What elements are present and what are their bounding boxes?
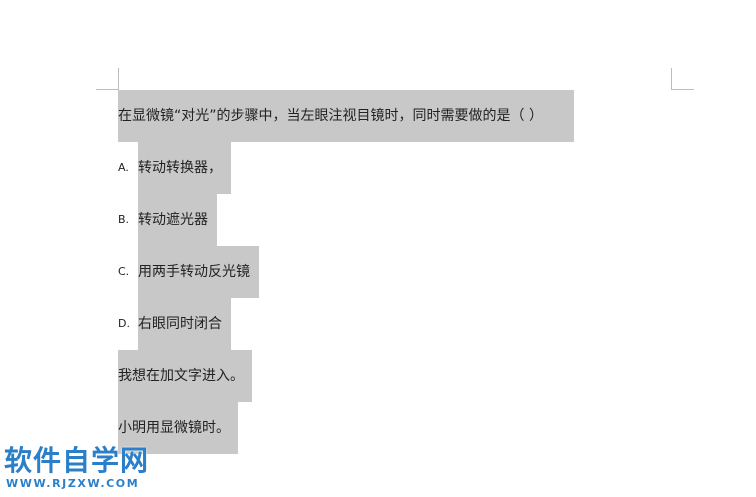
- option-b-text[interactable]: 转动遮光器: [138, 194, 217, 246]
- margin-mark-top-right-horizontal: [671, 89, 694, 90]
- document-page: 在显微镜“对光”的步骤中，当左眼注视目镜时，同时需要做的是（ ） A. 转动转换…: [0, 0, 756, 497]
- watermark-title: 软件自学网: [4, 444, 150, 477]
- margin-mark-top-left-horizontal: [96, 89, 119, 90]
- option-a-letter[interactable]: A.: [118, 142, 138, 194]
- body-text-line-1[interactable]: 我想在加文字进入。: [118, 350, 252, 402]
- option-a-text[interactable]: 转动转换器，: [138, 142, 231, 194]
- watermark-logo: 软件自学网 WWW.RJZXW.COM: [4, 444, 149, 490]
- question-text[interactable]: 在显微镜“对光”的步骤中，当左眼注视目镜时，同时需要做的是（ ）: [118, 90, 574, 142]
- option-c-letter[interactable]: C.: [118, 246, 138, 298]
- option-c-text[interactable]: 用两手转动反光镜: [138, 246, 259, 298]
- margin-mark-top-right-vertical: [671, 68, 672, 90]
- watermark-url: WWW.RJZXW.COM: [6, 477, 140, 490]
- option-d-text[interactable]: 右眼同时闭合: [138, 298, 231, 350]
- margin-mark-top-left-vertical: [118, 68, 119, 90]
- option-b-letter[interactable]: B.: [118, 194, 138, 246]
- option-d-letter[interactable]: D.: [118, 298, 138, 350]
